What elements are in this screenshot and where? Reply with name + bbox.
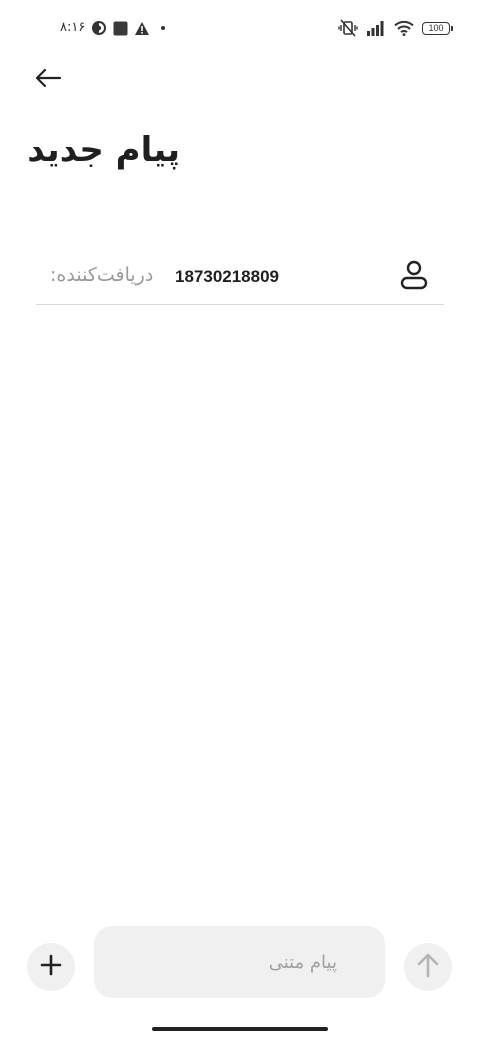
person-icon: [400, 260, 428, 294]
add-attachment-button[interactable]: [27, 943, 75, 991]
send-button[interactable]: [404, 943, 452, 991]
notification-square-icon: [113, 21, 128, 36]
data-saver-icon: [91, 20, 107, 36]
wifi-icon: [394, 20, 414, 36]
vibrate-off-icon: [338, 19, 358, 37]
recipient-field[interactable]: دریافت‌کننده: 18730218809: [36, 250, 444, 305]
arrow-up-icon: [417, 952, 439, 982]
recipient-label: دریافت‌کننده:: [50, 264, 154, 286]
status-time: ۸:۱۶: [60, 20, 86, 35]
status-bar: ۸:۱۶ 100: [0, 0, 480, 56]
back-button[interactable]: [28, 60, 68, 100]
recipient-number[interactable]: 18730218809: [175, 267, 279, 287]
signal-icon: [366, 20, 386, 36]
status-right: 100: [338, 16, 453, 40]
dot-icon: [160, 25, 166, 31]
status-left: ۸:۱۶: [60, 16, 166, 40]
message-input[interactable]: [94, 926, 385, 998]
home-indicator[interactable]: [152, 1027, 328, 1031]
page-title: پیام جدید: [27, 130, 180, 170]
warning-icon: [134, 21, 150, 36]
contact-picker-button[interactable]: [398, 260, 430, 294]
battery-indicator: 100: [422, 21, 453, 35]
plus-icon: [40, 954, 62, 980]
back-arrow-icon: [34, 67, 62, 93]
